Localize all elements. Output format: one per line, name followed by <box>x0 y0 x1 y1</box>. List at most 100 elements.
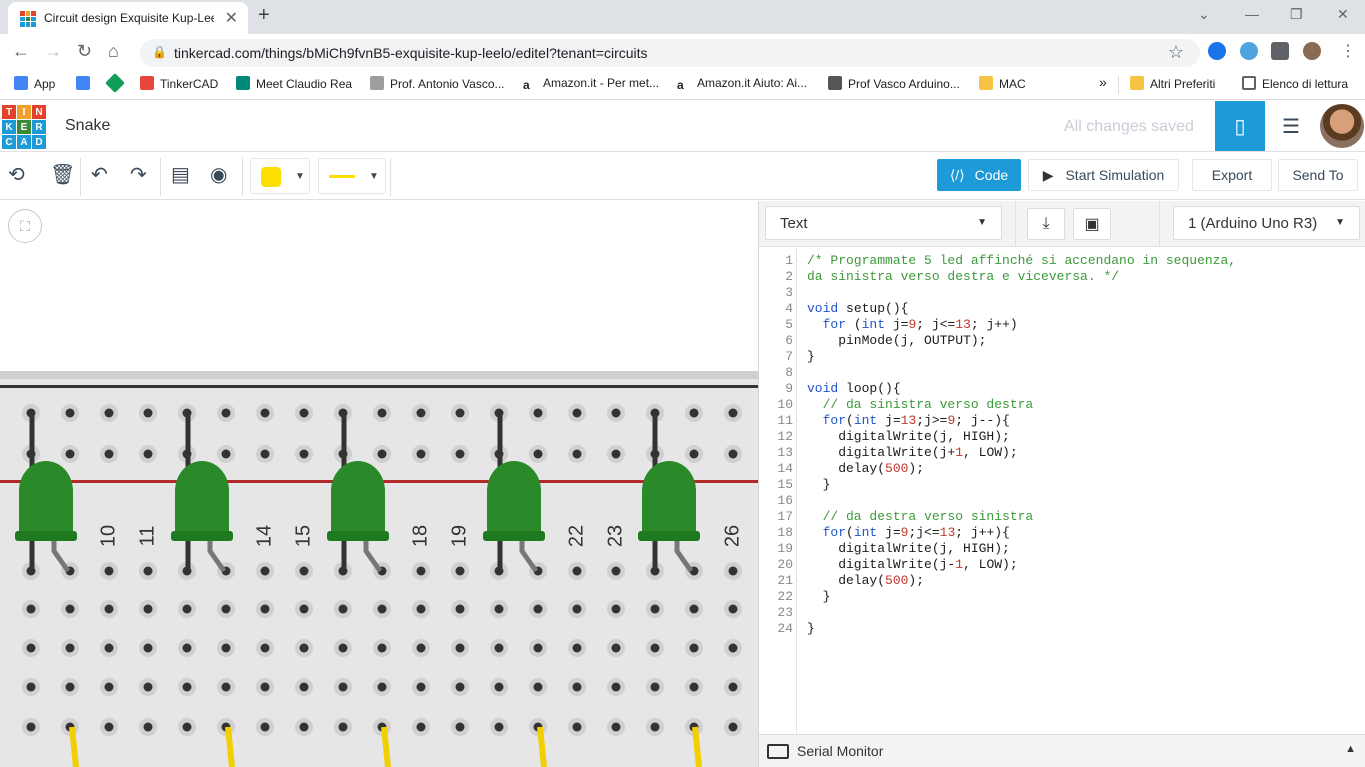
components-list-button[interactable]: ☰ <box>1266 101 1316 151</box>
code-line[interactable]: delay(500); <box>807 573 924 589</box>
hole <box>572 604 582 614</box>
hole <box>689 604 699 614</box>
bookmark-item[interactable] <box>105 73 128 93</box>
visibility-icon[interactable]: ◉ <box>210 162 227 187</box>
code-line[interactable]: // da sinistra verso destra <box>807 397 1034 413</box>
bookmark-item[interactable]: Prof. Antonio Vasco... <box>370 76 505 91</box>
color-picker[interactable]: ▼ <box>250 158 310 194</box>
hole <box>143 408 153 418</box>
logo-letter: T <box>2 105 16 119</box>
code-line[interactable]: } <box>807 477 831 493</box>
code-line[interactable]: } <box>807 589 831 605</box>
chevron-up-icon[interactable]: ▲ <box>1345 743 1356 755</box>
send-to-button[interactable]: Send To <box>1278 159 1358 191</box>
code-line[interactable]: delay(500); <box>807 461 924 477</box>
serial-monitor-bar[interactable]: Serial Monitor ▲ <box>759 734 1365 767</box>
library-button[interactable]: ▣ <box>1073 208 1111 240</box>
code-line[interactable]: digitalWrite(j-1, LOW); <box>807 557 1017 573</box>
bookmark-item[interactable] <box>76 76 96 91</box>
code-line[interactable]: void loop(){ <box>807 381 901 397</box>
profile-avatar[interactable] <box>1303 42 1321 60</box>
redo-icon[interactable]: ↷ <box>130 162 147 187</box>
led-body <box>175 461 229 536</box>
extension-feather-icon[interactable] <box>1240 42 1258 60</box>
power-rail-line <box>0 385 758 388</box>
notes-icon[interactable]: ▤ <box>171 162 190 187</box>
code-line[interactable]: } <box>807 349 815 365</box>
more-bookmarks-icon[interactable]: » <box>1099 74 1107 90</box>
home-icon[interactable]: ⌂ <box>108 41 119 62</box>
hole <box>299 682 309 692</box>
code-line[interactable]: digitalWrite(j, HIGH); <box>807 429 1010 445</box>
code-line[interactable]: for(int j=13;j>=9; j--){ <box>807 413 1010 429</box>
code-line[interactable]: /* Programmate 5 led affinché si accenda… <box>807 253 1236 269</box>
bookmark-item[interactable]: a Amazon.it Aiuto: Ai... <box>677 76 807 92</box>
minimize-icon[interactable]: — <box>1245 6 1259 22</box>
bookmark-item[interactable]: Meet Claudio Rea <box>236 76 352 91</box>
hole <box>611 682 621 692</box>
url-field[interactable]: 🔒 tinkercad.com/things/bMiCh9fvnB5-exqui… <box>140 39 1200 67</box>
code-line[interactable]: // da destra verso sinistra <box>807 509 1034 525</box>
code-button[interactable]: ⟨/⟩ Code <box>937 159 1021 191</box>
hole <box>299 722 309 732</box>
workplane-canvas[interactable]: ⛶ 10 11 14 15 18 19 22 23 26 <box>0 201 758 767</box>
code-line[interactable]: digitalWrite(j+1, LOW); <box>807 445 1017 461</box>
close-window-icon[interactable]: ✕ <box>1337 6 1349 23</box>
tab-search-icon[interactable]: ⌄ <box>1198 6 1210 23</box>
code-line[interactable]: for(int j=9;j<=13; j++){ <box>807 525 1010 541</box>
back-icon[interactable]: ← <box>12 41 30 62</box>
code-line[interactable]: for (int j=9; j<=13; j++) <box>807 317 1018 333</box>
bookmark-folder[interactable]: MAC <box>979 76 1026 91</box>
line-number: 19 <box>777 541 793 556</box>
bookmark-star-icon[interactable]: ☆ <box>1168 42 1184 63</box>
hole <box>338 604 348 614</box>
bookmark-item[interactable]: App <box>14 76 55 91</box>
bookmark-item[interactable]: TinkerCAD <box>140 76 218 91</box>
bookmark-item[interactable]: a Amazon.it - Per met... <box>523 76 659 92</box>
forward-icon[interactable]: → <box>44 41 62 62</box>
start-simulation-button[interactable]: ▶ Start Simulation <box>1028 159 1179 191</box>
browser-tab[interactable]: Circuit design Exquisite Kup-Leelo ✕ <box>8 2 248 34</box>
hole <box>494 643 504 653</box>
undo-icon[interactable]: ↶ <box>91 162 108 187</box>
hole <box>104 604 114 614</box>
jumper-wire <box>69 726 79 767</box>
export-button[interactable]: Export <box>1192 159 1272 191</box>
hole <box>65 682 75 692</box>
code-line[interactable]: pinMode(j, OUTPUT); <box>807 333 986 349</box>
new-tab-button[interactable]: + <box>258 4 270 27</box>
code-mode-select[interactable]: Text ▼ <box>765 206 1002 240</box>
reload-icon[interactable]: ↻ <box>77 41 92 62</box>
breadboard[interactable]: 10 11 14 15 18 19 22 23 26 <box>0 201 758 767</box>
bookmark-item[interactable]: Prof Vasco Arduino... <box>828 76 960 91</box>
code-line[interactable]: } <box>807 621 815 637</box>
download-code-button[interactable]: ⤓ <box>1027 208 1065 240</box>
device-select[interactable]: 1 (Arduino Uno R3) ▼ <box>1173 206 1360 240</box>
wire-type-picker[interactable]: ▼ <box>318 158 386 194</box>
logo-letter: D <box>32 135 46 149</box>
code-line[interactable]: digitalWrite(j, HIGH); <box>807 541 1010 557</box>
tinkercad-logo[interactable]: TIN KER CAD <box>2 105 46 149</box>
extensions-puzzle-icon[interactable] <box>1271 42 1289 60</box>
delete-icon[interactable]: 🗑 <box>50 162 75 187</box>
user-avatar[interactable] <box>1320 104 1364 148</box>
code-line[interactable]: da sinistra verso destra e viceversa. */ <box>807 269 1119 285</box>
circuit-view-button[interactable]: ▯ <box>1215 101 1265 151</box>
code-line[interactable]: void setup(){ <box>807 301 908 317</box>
reading-list[interactable]: Elenco di lettura <box>1242 76 1348 91</box>
project-title[interactable]: Snake <box>65 117 110 135</box>
close-tab-icon[interactable]: ✕ <box>225 8 238 28</box>
other-bookmarks[interactable]: Altri Preferiti <box>1130 76 1215 91</box>
code-editor[interactable]: 1 2 3 4 5 6 7 8 9 10 11 12 13 14 15 16 17 18 19 20 21 22 23 24 … <box>759 248 1365 734</box>
folder-icon <box>1130 76 1144 90</box>
led-base <box>171 531 233 541</box>
hole <box>299 604 309 614</box>
logo-letter: C <box>2 135 16 149</box>
lock-icon[interactable]: 🔒 <box>152 45 167 59</box>
column-label: 18 <box>409 525 431 547</box>
extension-icon[interactable] <box>1208 42 1226 60</box>
line-number: 10 <box>777 397 793 412</box>
rotate-icon[interactable]: ⟲ <box>8 162 25 187</box>
restore-icon[interactable]: ❐ <box>1290 6 1303 23</box>
browser-menu-icon[interactable]: ⋮ <box>1340 41 1356 61</box>
